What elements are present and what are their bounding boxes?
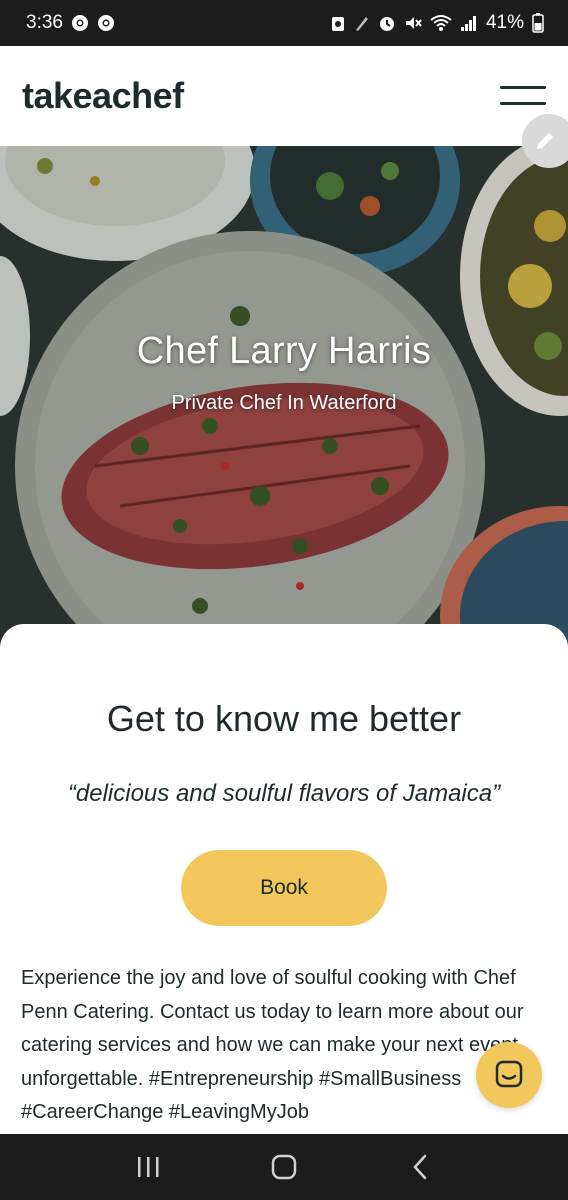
notification-icon [330, 14, 346, 32]
hamburger-icon[interactable] [500, 83, 546, 109]
mute-icon [404, 14, 422, 32]
hero-banner: Chef Larry Harris Private Chef In Waterf… [0, 146, 568, 646]
site-logo[interactable]: takeachef [22, 75, 184, 117]
battery-percent: 41% [485, 12, 524, 33]
home-icon[interactable] [259, 1142, 309, 1192]
chef-bio: Experience the joy and love of soulful c… [21, 967, 524, 1123]
section-heading: Get to know me better [106, 698, 462, 739]
chef-quote: “delicious and soulful flavors of Jamaic… [67, 780, 501, 807]
chrome-icon [71, 14, 89, 32]
back-icon[interactable] [395, 1142, 445, 1192]
signal-icon [460, 14, 478, 32]
pencil-icon[interactable] [522, 114, 568, 168]
site-header: takeachef [0, 46, 568, 146]
book-button[interactable]: Book [181, 850, 387, 926]
chef-name: Chef Larry Harris [136, 330, 432, 372]
system-nav-bar [0, 1134, 568, 1200]
pen-icon [354, 14, 370, 32]
battery-icon [532, 13, 544, 33]
status-left: 3:36 [26, 12, 115, 34]
status-time: 3:36 [26, 12, 63, 33]
recents-icon[interactable] [123, 1142, 173, 1192]
chrome-icon [97, 14, 115, 32]
alarm-icon [378, 14, 396, 32]
wifi-icon [430, 14, 452, 32]
chef-subtitle: Private Chef In Waterford [171, 392, 397, 414]
chat-icon[interactable] [476, 1042, 542, 1108]
status-right: 41% [330, 12, 544, 34]
status-bar: 3:36 41% [0, 0, 568, 46]
